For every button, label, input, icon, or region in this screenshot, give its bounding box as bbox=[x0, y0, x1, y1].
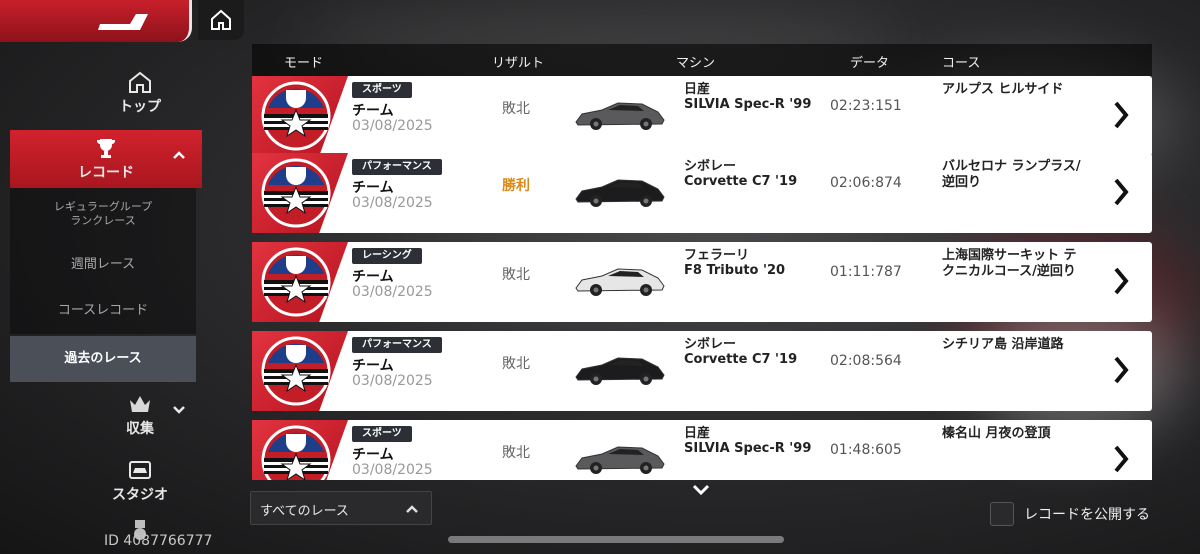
top-bar bbox=[0, 0, 192, 42]
race-list: スポーツ チーム 03/08/2025 敗北 日産 SILVIA Spec-R … bbox=[252, 76, 1152, 480]
race-row[interactable]: レーシング チーム 03/08/2025 敗北 フェラーリ F8 Tributo… bbox=[252, 242, 1152, 322]
car-thumbnail bbox=[575, 102, 665, 130]
team-emblem-icon bbox=[261, 336, 331, 406]
publish-label: レコードを公開する bbox=[1024, 507, 1150, 523]
lap-time: 02:08:564 bbox=[830, 353, 902, 369]
car-model: Corvette C7 '19 bbox=[684, 352, 798, 367]
course-name: 榛名山 月夜の登頂 bbox=[942, 426, 1051, 441]
sidebar-subitem-course-record[interactable]: コースレコード bbox=[10, 288, 196, 334]
team-label: チーム bbox=[352, 358, 394, 374]
home-icon bbox=[211, 9, 231, 30]
chevron-right-icon bbox=[1114, 356, 1129, 384]
car-thumbnail bbox=[575, 268, 665, 296]
chevron-down-icon[interactable] bbox=[172, 404, 186, 414]
race-result: 敗北 bbox=[502, 445, 530, 461]
mode-badge: スポーツ bbox=[352, 82, 412, 98]
car-maker: フェラーリ bbox=[684, 248, 750, 263]
sidebar-subitem-weekly[interactable]: 週間レース bbox=[10, 242, 196, 288]
chevron-right-icon bbox=[1114, 445, 1129, 473]
publish-record-toggle[interactable]: レコードを公開する bbox=[990, 502, 1150, 526]
course-name: アルプス ヒルサイド bbox=[942, 82, 1064, 97]
course-name: シチリア島 沿岸道路 bbox=[942, 337, 1064, 352]
car-model: SILVIA Spec-R '99 bbox=[684, 97, 812, 112]
sidebar-item-label: スタジオ bbox=[112, 487, 168, 503]
race-result: 敗北 bbox=[502, 356, 530, 372]
car-thumbnail bbox=[575, 357, 665, 385]
race-date: 03/08/2025 bbox=[352, 195, 433, 211]
race-filter-value: すべてのレース bbox=[260, 504, 349, 519]
chevron-right-icon bbox=[1114, 267, 1129, 295]
car-thumbnail bbox=[575, 179, 665, 207]
lap-time: 01:48:605 bbox=[830, 442, 902, 458]
column-result: リザルト bbox=[492, 56, 545, 71]
race-row[interactable]: パフォーマンス チーム 03/08/2025 敗北 シボレー Corvette … bbox=[252, 331, 1152, 411]
chevron-up-icon bbox=[406, 505, 418, 513]
column-machine: マシン bbox=[676, 56, 716, 71]
sidebar-subitem-regular[interactable]: レギュラーグループ ランクレース bbox=[10, 188, 196, 242]
car-model: F8 Tributo '20 bbox=[684, 263, 786, 278]
sidebar-item-label: トップ bbox=[119, 99, 161, 115]
sidebar: トップ レコード レギュラーグループ ランクレース 週間レース コースレコード … bbox=[0, 60, 202, 554]
mode-badge: レーシング bbox=[352, 248, 422, 264]
mode-badge: パフォーマンス bbox=[352, 159, 442, 175]
car-thumbnail bbox=[575, 446, 665, 474]
car-studio-icon bbox=[129, 461, 151, 479]
race-date: 03/08/2025 bbox=[352, 462, 433, 478]
sidebar-item-label: 収集 bbox=[126, 421, 154, 437]
home-button[interactable] bbox=[198, 0, 244, 40]
car-maker: シボレー bbox=[684, 337, 737, 352]
table-header: モード リザルト マシン データ コース bbox=[252, 44, 1152, 76]
team-label: チーム bbox=[352, 269, 394, 285]
team-label: チーム bbox=[352, 103, 394, 119]
mode-badge: スポーツ bbox=[352, 426, 412, 442]
race-row[interactable]: スポーツ チーム 03/08/2025 敗北 日産 SILVIA Spec-R … bbox=[252, 420, 1152, 480]
column-mode: モード bbox=[284, 56, 324, 71]
home-icon bbox=[129, 71, 151, 93]
race-result: 敗北 bbox=[502, 267, 530, 283]
sidebar-subitem-past-races[interactable]: 過去のレース bbox=[10, 336, 196, 382]
chevron-right-icon bbox=[1114, 178, 1129, 206]
team-emblem-icon bbox=[261, 158, 331, 228]
column-data: データ bbox=[850, 56, 890, 71]
car-model: SILVIA Spec-R '99 bbox=[684, 441, 812, 456]
mode-badge: パフォーマンス bbox=[352, 337, 442, 353]
race-date: 03/08/2025 bbox=[352, 373, 433, 389]
sidebar-item-studio[interactable]: スタジオ bbox=[40, 458, 240, 504]
scrollbar[interactable] bbox=[448, 536, 784, 543]
player-id: ID 4087766777 bbox=[104, 533, 213, 549]
course-name: バルセロナ ランプラス/逆回り bbox=[942, 159, 1081, 190]
column-course: コース bbox=[942, 56, 981, 71]
car-maker: 日産 bbox=[684, 82, 711, 97]
race-filter-select[interactable]: すべてのレース bbox=[250, 491, 432, 525]
lap-time: 02:06:874 bbox=[830, 175, 902, 191]
race-row[interactable]: パフォーマンス チーム 03/08/2025 勝利 シボレー Corvette … bbox=[252, 153, 1152, 233]
team-label: チーム bbox=[352, 180, 394, 196]
race-date: 03/08/2025 bbox=[352, 284, 433, 300]
sidebar-item-label: レコード bbox=[78, 165, 134, 181]
car-maker: 日産 bbox=[684, 426, 711, 441]
chevron-right-icon bbox=[1114, 101, 1129, 129]
course-name: 上海国際サーキット テクニカルコース/逆回り bbox=[942, 248, 1077, 279]
race-row[interactable]: スポーツ チーム 03/08/2025 敗北 日産 SILVIA Spec-R … bbox=[252, 76, 1152, 156]
chevron-up-icon[interactable] bbox=[172, 150, 186, 160]
trophy-icon bbox=[97, 139, 115, 158]
lap-time: 02:23:151 bbox=[830, 98, 902, 114]
car-maker: シボレー bbox=[684, 159, 737, 174]
brand-logo-icon bbox=[98, 14, 148, 30]
chevron-down-icon[interactable] bbox=[692, 484, 710, 496]
sidebar-item-top[interactable]: トップ bbox=[40, 70, 240, 116]
race-result: 敗北 bbox=[502, 101, 530, 117]
team-emblem-icon bbox=[261, 247, 331, 317]
publish-checkbox[interactable] bbox=[990, 502, 1014, 526]
race-result: 勝利 bbox=[502, 178, 530, 194]
crown-icon bbox=[130, 396, 150, 412]
team-emblem-icon bbox=[261, 81, 331, 151]
sidebar-item-collect[interactable]: 収集 bbox=[40, 392, 240, 438]
race-date: 03/08/2025 bbox=[352, 118, 433, 134]
lap-time: 01:11:787 bbox=[830, 264, 902, 280]
team-emblem-icon bbox=[261, 425, 331, 480]
sidebar-item-record[interactable]: レコード bbox=[10, 130, 202, 188]
team-label: チーム bbox=[352, 447, 394, 463]
car-model: Corvette C7 '19 bbox=[684, 174, 798, 189]
